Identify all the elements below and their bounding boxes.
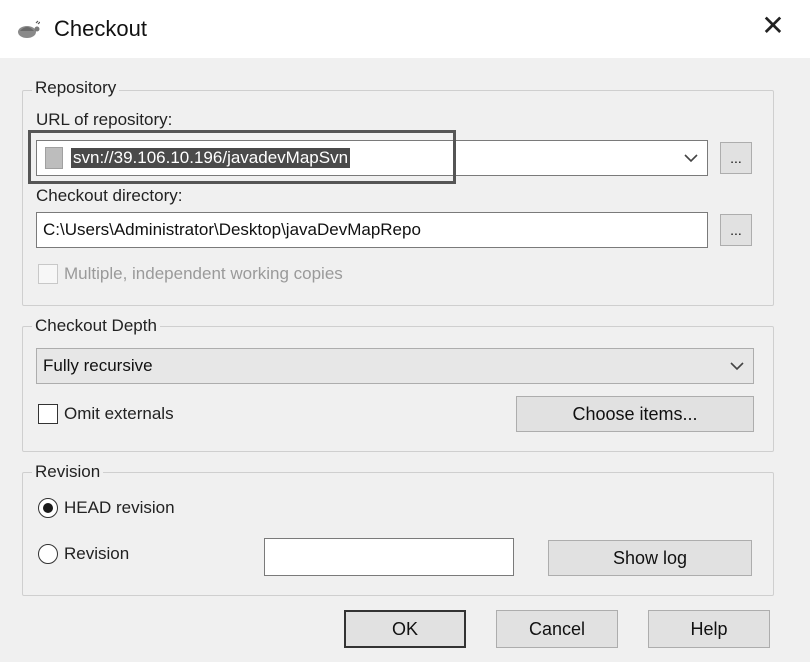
tortoise-svn-icon [18,20,40,38]
revision-radio[interactable] [38,544,58,564]
close-button[interactable]: ✕ [758,12,788,42]
show-log-button[interactable]: Show log [548,540,752,576]
help-button[interactable]: Help [648,610,770,648]
radio-selected-dot [43,503,53,513]
choose-items-button[interactable]: Choose items... [516,396,754,432]
checkout-depth-group-label: Checkout Depth [32,316,160,336]
omit-externals-checkbox[interactable] [38,404,58,424]
browse-url-button[interactable]: ... [720,142,752,174]
dialog-body: Repository URL of repository: svn://39.1… [0,58,810,662]
browse-directory-button[interactable]: ... [720,214,752,246]
head-revision-radio[interactable] [38,498,58,518]
checkout-directory-label: Checkout directory: [36,186,183,205]
head-revision-label: HEAD revision [64,498,175,517]
checkout-directory-input[interactable]: C:\Users\Administrator\Desktop\javaDevMa… [36,212,708,248]
title-bar: Checkout ✕ [0,0,810,58]
multiple-copies-checkbox[interactable] [38,264,58,284]
omit-externals-label: Omit externals [64,404,174,423]
checkout-depth-value: Fully recursive [43,356,153,375]
ok-button[interactable]: OK [344,610,466,648]
repository-group-label: Repository [32,78,120,98]
url-label: URL of repository: [36,110,173,129]
close-icon: ✕ [761,10,785,41]
chevron-down-icon[interactable] [729,361,745,371]
cancel-button[interactable]: Cancel [496,610,618,648]
checkout-depth-select[interactable]: Fully recursive [36,348,754,384]
chevron-down-icon[interactable] [683,153,699,163]
url-highlight-frame [28,130,456,184]
multiple-copies-label: Multiple, independent working copies [64,264,343,283]
window-title: Checkout [54,16,147,41]
checkout-depth-group [22,326,774,452]
revision-group [22,472,774,596]
revision-group-label: Revision [32,462,104,482]
revision-number-input[interactable] [264,538,514,576]
revision-label: Revision [64,544,130,563]
